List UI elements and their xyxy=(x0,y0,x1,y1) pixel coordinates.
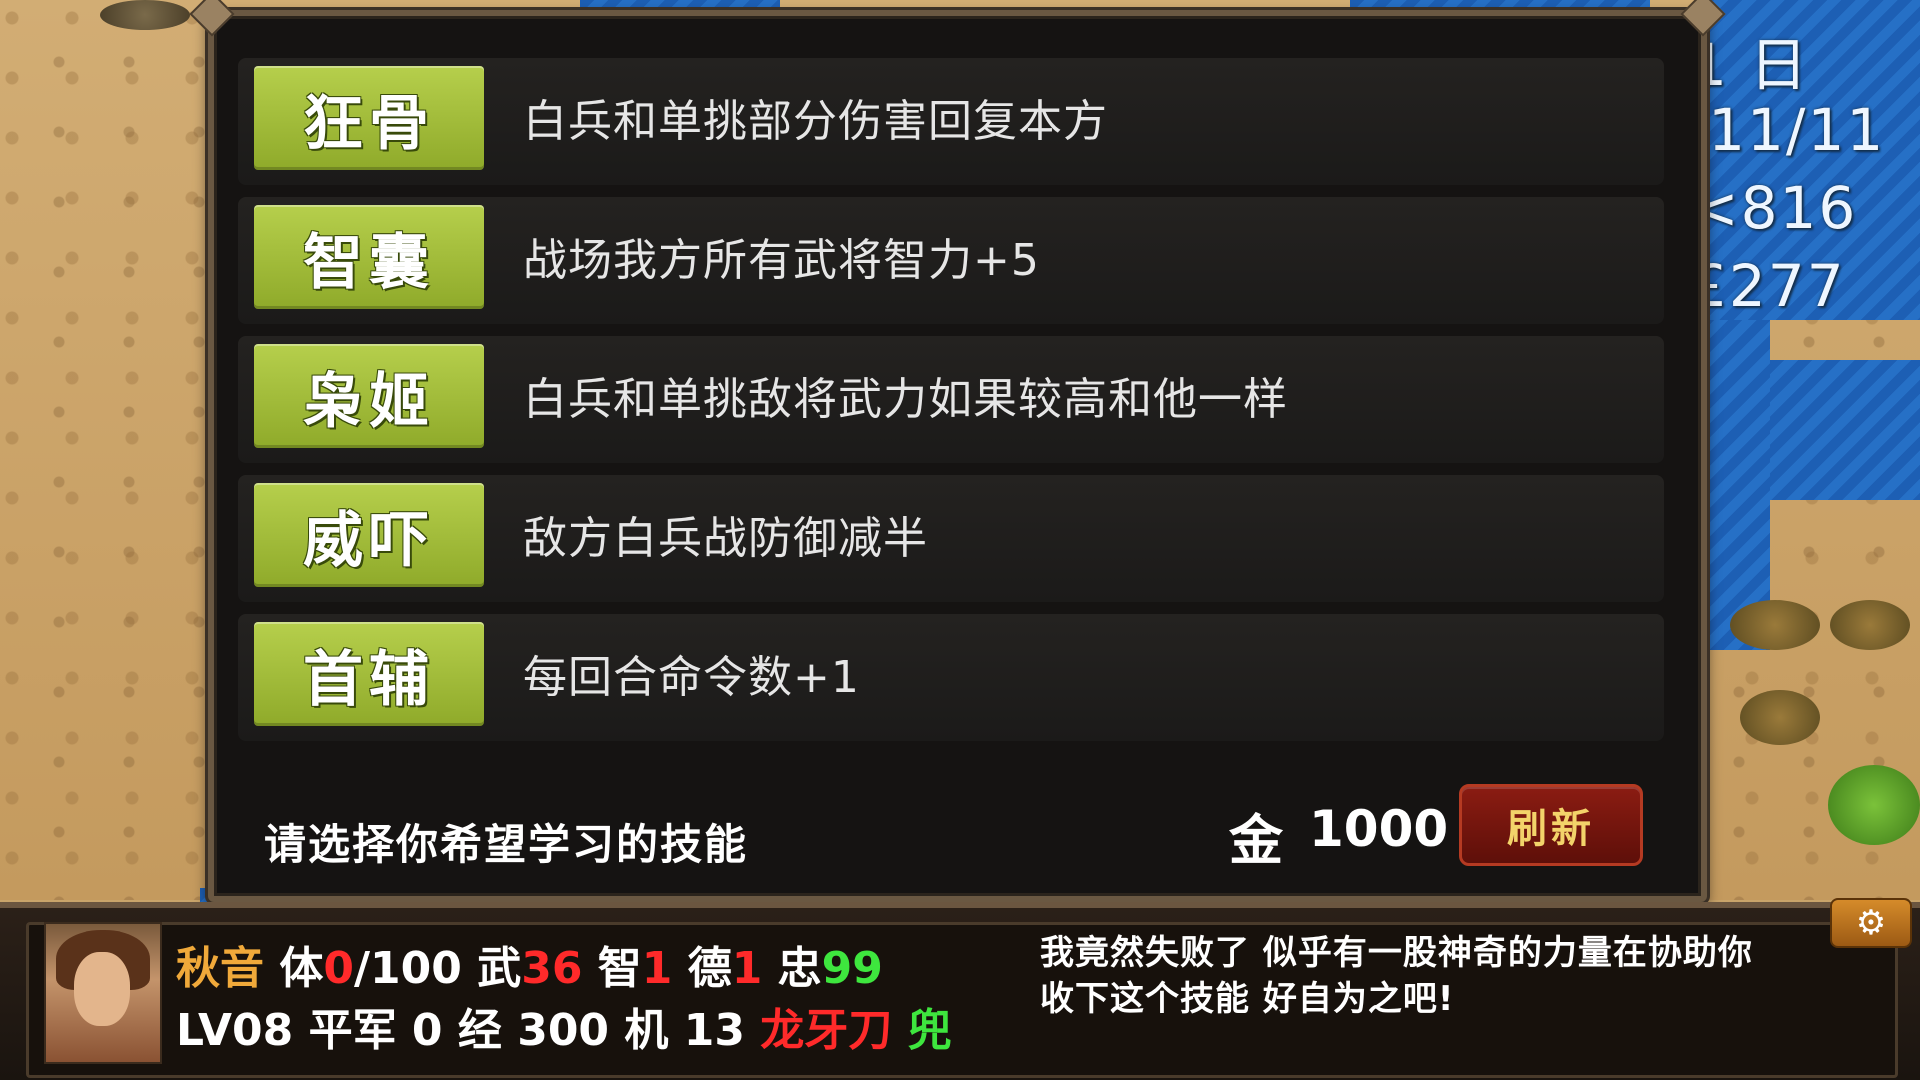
hp-max: /100 xyxy=(353,943,462,994)
bush xyxy=(1740,690,1820,745)
skill-name: 智囊 xyxy=(303,227,435,298)
skill-row[interactable]: 首辅 每回合命令数+1 xyxy=(238,614,1664,741)
loyal-label: 忠 xyxy=(777,943,822,994)
skill-name: 枭姬 xyxy=(303,366,435,437)
str-label: 武 xyxy=(477,943,522,994)
water-tile xyxy=(1770,360,1920,500)
skill-button[interactable]: 智囊 xyxy=(254,205,484,309)
tree xyxy=(1828,765,1920,845)
gold-label: 金 xyxy=(1229,809,1283,872)
gear-icon[interactable]: ⚙ xyxy=(1830,898,1912,948)
skill-name: 狂骨 xyxy=(303,88,435,159)
skill-description: 敌方白兵战防御减半 xyxy=(523,513,928,564)
bush xyxy=(1830,600,1910,650)
character-stats-line1: 秋音 体0/100 武36 智1 德1 忠99 xyxy=(176,932,883,996)
portrait-face xyxy=(74,952,130,1026)
refresh-label: 刷新 xyxy=(1507,806,1595,852)
skill-row[interactable]: 狂骨 白兵和单挑部分伤害回复本方 xyxy=(238,58,1664,185)
hp-label: 体 xyxy=(279,943,324,994)
hp-current: 0 xyxy=(323,943,354,994)
skill-select-dialog: 狂骨 白兵和单挑部分伤害回复本方 智囊 战场我方所有武将智力+5 枭姬 白兵和单… xyxy=(189,0,1726,902)
int-label: 智 xyxy=(597,943,642,994)
skill-button[interactable]: 首辅 xyxy=(254,622,484,726)
skill-name: 威吓 xyxy=(303,505,435,576)
skill-description: 战场我方所有武将智力+5 xyxy=(523,235,1040,286)
virtue-label: 德 xyxy=(687,943,732,994)
skill-name: 首辅 xyxy=(303,644,435,715)
skill-prompt: 请选择你希望学习的技能 xyxy=(264,820,749,869)
skill-row[interactable]: 枭姬 白兵和单挑敌将武力如果较高和他一样 xyxy=(238,336,1664,463)
dialogue-message: 我竟然失败了 似乎有一股神奇的力量在协助你 收下这个技能 好自为之吧! xyxy=(1040,930,1880,1022)
level: LV08 xyxy=(176,1005,294,1056)
character-name: 秋音 xyxy=(176,943,264,994)
exp-label: 经 xyxy=(457,1005,502,1056)
skill-description: 白兵和单挑部分伤害回复本方 xyxy=(523,96,1108,147)
skill-description: 每回合命令数+1 xyxy=(523,652,860,703)
exp-value: 300 xyxy=(517,1005,610,1056)
loyal-value: 99 xyxy=(821,943,883,994)
armor-name: 兜 xyxy=(907,1005,952,1056)
dialogue-line: 我竟然失败了 似乎有一股神奇的力量在协助你 xyxy=(1040,933,1753,973)
side-hud-gold: £277 xyxy=(1690,252,1846,320)
str-value: 36 xyxy=(521,943,583,994)
character-stats-line2: LV08 平军 0 经 300 机 13 龙牙刀 兜 xyxy=(176,994,952,1058)
class-value: 0 xyxy=(411,1005,443,1056)
rock xyxy=(100,0,190,30)
skill-description: 白兵和单挑敌将武力如果较高和他一样 xyxy=(523,374,1288,425)
skill-button[interactable]: 威吓 xyxy=(254,483,484,587)
weapon-name: 龙牙刀 xyxy=(760,1005,893,1056)
side-hud-units: l11/11 xyxy=(1690,96,1886,164)
mobility-label: 机 xyxy=(624,1005,669,1056)
unit-class: 平军 xyxy=(308,1005,397,1056)
skill-row[interactable]: 智囊 战场我方所有武将智力+5 xyxy=(238,197,1664,324)
bush xyxy=(1730,600,1820,650)
dialogue-line: 收下这个技能 好自为之吧! xyxy=(1040,979,1455,1019)
skill-button[interactable]: 狂骨 xyxy=(254,66,484,170)
int-value: 1 xyxy=(641,943,673,994)
virtue-value: 1 xyxy=(731,943,763,994)
refresh-button[interactable]: 刷新 xyxy=(1459,784,1643,866)
skill-row[interactable]: 威吓 敌方白兵战防御减半 xyxy=(238,475,1664,602)
side-hud-food: <816 xyxy=(1690,174,1858,242)
character-portrait[interactable] xyxy=(44,922,162,1064)
mobility-value: 13 xyxy=(683,1005,745,1056)
skill-button[interactable]: 枭姬 xyxy=(254,344,484,448)
gold-value: 1000 xyxy=(1309,800,1449,858)
